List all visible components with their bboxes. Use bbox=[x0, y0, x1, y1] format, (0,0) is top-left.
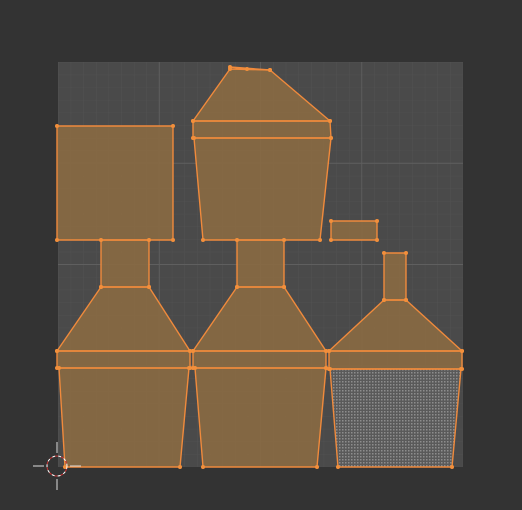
uv-island-square-vertex[interactable] bbox=[55, 238, 59, 242]
uv-island-middle-cone-vertex[interactable] bbox=[282, 285, 286, 289]
uv-island-top-ring[interactable] bbox=[193, 121, 331, 138]
uv-island-middle-neck[interactable] bbox=[237, 240, 284, 287]
uv-island-square-vertex[interactable] bbox=[55, 124, 59, 128]
uv-island-right-cone-vertex[interactable] bbox=[382, 298, 386, 302]
uv-island-left-body-vertex[interactable] bbox=[57, 366, 61, 370]
uv-island-left-neck-vertex[interactable] bbox=[99, 238, 103, 242]
uv-island-square[interactable] bbox=[57, 126, 173, 240]
uv-island-middle-body-vertex[interactable] bbox=[315, 465, 319, 469]
uv-island-square-vertex[interactable] bbox=[171, 124, 175, 128]
uv-island-left-body-vertex[interactable] bbox=[178, 465, 182, 469]
uv-island-middle-body-vertex[interactable] bbox=[193, 366, 197, 370]
uv-island-right-body-selected-vertex[interactable] bbox=[459, 367, 463, 371]
uv-island-right-body-selected-vertex[interactable] bbox=[450, 465, 454, 469]
uv-island-top-body-vertex[interactable] bbox=[201, 238, 205, 242]
uv-island-middle-ring-vertex[interactable] bbox=[191, 349, 195, 353]
uv-island-right-ring-vertex[interactable] bbox=[327, 349, 331, 353]
uv-island-left-body-vertex[interactable] bbox=[187, 366, 191, 370]
uv-island-left-ring[interactable] bbox=[57, 351, 190, 368]
uv-island-small-rect-vertex[interactable] bbox=[329, 238, 333, 242]
uv-island-left-cone-vertex[interactable] bbox=[147, 285, 151, 289]
uv-island-top-body-vertex[interactable] bbox=[329, 136, 333, 140]
uv-island-middle-neck-vertex[interactable] bbox=[282, 238, 286, 242]
uv-canvas[interactable] bbox=[0, 0, 522, 510]
uv-island-left-ring-vertex[interactable] bbox=[55, 349, 59, 353]
uv-island-left-neck[interactable] bbox=[101, 240, 149, 287]
uv-island-top-tab-vertex[interactable] bbox=[268, 68, 272, 72]
uv-island-left-cone-vertex[interactable] bbox=[99, 285, 103, 289]
uv-island-right-cone-vertex[interactable] bbox=[404, 298, 408, 302]
uv-island-right-neck[interactable] bbox=[384, 253, 406, 300]
uv-island-middle-cone-vertex[interactable] bbox=[235, 285, 239, 289]
uv-island-small-rect-vertex[interactable] bbox=[375, 238, 379, 242]
uv-island-right-body-selected-vertex[interactable] bbox=[336, 465, 340, 469]
uv-island-top-ring-vertex[interactable] bbox=[191, 119, 195, 123]
uv-island-middle-ring[interactable] bbox=[193, 351, 326, 368]
uv-island-top-body-vertex[interactable] bbox=[192, 136, 196, 140]
uv-island-small-rect-vertex[interactable] bbox=[329, 219, 333, 223]
uv-island-right-ring-vertex[interactable] bbox=[460, 349, 464, 353]
uv-island-top-body[interactable] bbox=[194, 138, 331, 240]
uv-island-left-neck-vertex[interactable] bbox=[147, 238, 151, 242]
uv-island-top-ring-vertex[interactable] bbox=[328, 119, 332, 123]
uv-island-top-tab-vertex[interactable] bbox=[228, 65, 232, 69]
uv-island-middle-body-vertex[interactable] bbox=[201, 465, 205, 469]
uv-island-small-rect[interactable] bbox=[331, 221, 377, 240]
uv-island-middle-neck-vertex[interactable] bbox=[235, 238, 239, 242]
uv-editor-viewport[interactable] bbox=[0, 0, 522, 510]
uv-island-small-rect-vertex[interactable] bbox=[375, 219, 379, 223]
uv-island-top-tab-vertex[interactable] bbox=[245, 67, 249, 71]
uv-island-top-body-vertex[interactable] bbox=[318, 238, 322, 242]
uv-island-left-body[interactable] bbox=[59, 368, 189, 467]
uv-island-right-ring[interactable] bbox=[329, 351, 462, 369]
uv-island-right-neck-vertex[interactable] bbox=[382, 251, 386, 255]
uv-island-square-vertex[interactable] bbox=[171, 238, 175, 242]
uv-island-right-neck-vertex[interactable] bbox=[404, 251, 408, 255]
uv-island-right-body-selected-vertex[interactable] bbox=[328, 367, 332, 371]
uv-island-middle-body[interactable] bbox=[195, 368, 326, 467]
uv-island-right-body-selected[interactable] bbox=[330, 369, 461, 467]
